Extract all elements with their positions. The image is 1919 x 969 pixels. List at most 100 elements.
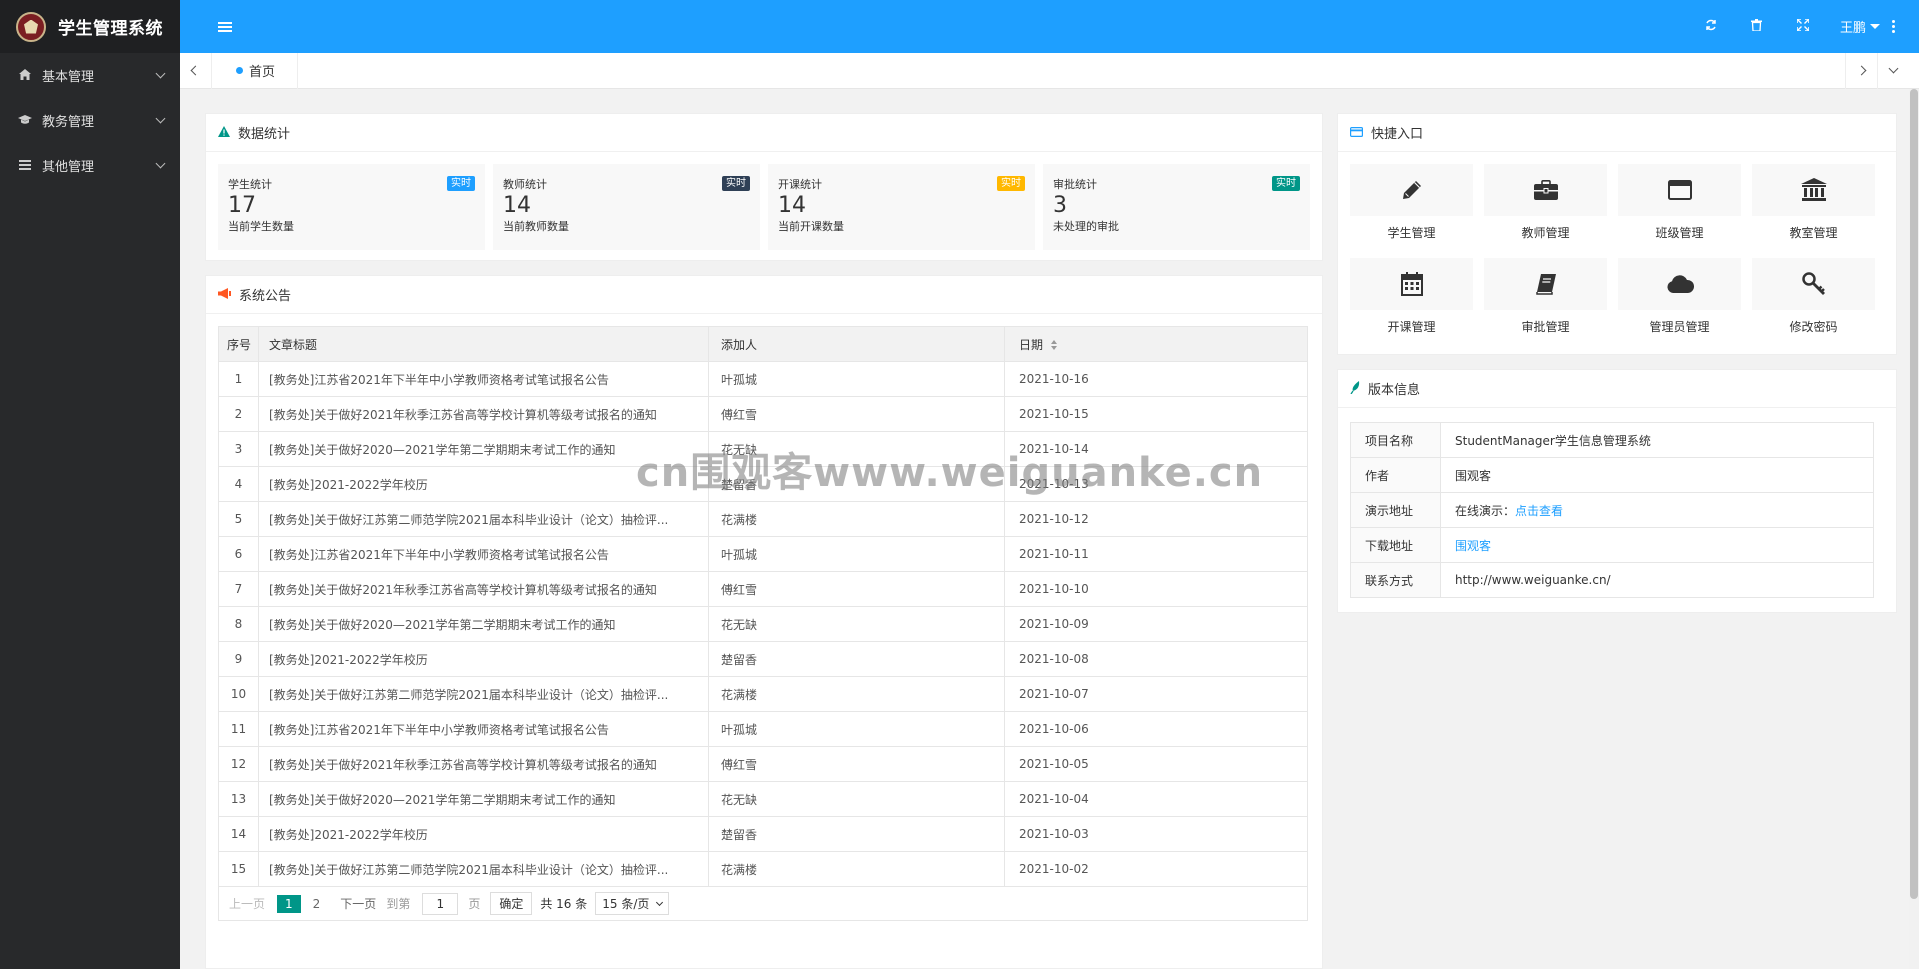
logo[interactable]: 学生管理系统: [0, 0, 180, 53]
user-menu[interactable]: 王鹏: [1840, 17, 1880, 36]
stats-title: 数据统计: [238, 127, 291, 142]
quick-course-management[interactable]: 开课管理: [1350, 258, 1473, 342]
col-header-index: 序号: [218, 326, 259, 362]
demo-link[interactable]: 点击查看: [1515, 504, 1563, 518]
row-author: 叶孤城: [708, 711, 1005, 747]
row-title[interactable]: [教务处]关于做好2021年秋季江苏省高等学校计算机等级考试报名的通知: [258, 396, 709, 432]
quick-label: 修改密码: [1789, 320, 1838, 334]
sidebar-item-basic[interactable]: 基本管理: [0, 53, 180, 98]
row-date: 2021-10-07: [1004, 676, 1308, 712]
row-author: 花无缺: [708, 781, 1005, 817]
stat-card-approvals[interactable]: 审批统计 3 未处理的审批 实时: [1043, 164, 1310, 250]
graduation-cap-icon: [18, 114, 32, 128]
row-index: 11: [218, 711, 259, 747]
quick-title: 快捷入口: [1371, 127, 1424, 142]
row-title[interactable]: [教务处]江苏省2021年下半年中小学教师资格考试笔试报名公告: [258, 536, 709, 572]
table-row[interactable]: 8 [教务处]关于做好2020—2021学年第二学期期末考试工作的通知 花无缺 202…: [218, 606, 1308, 642]
realtime-badge: 实时: [997, 176, 1025, 191]
stat-card-courses[interactable]: 开课统计 14 当前开课数量 实时: [768, 164, 1035, 250]
stat-card-students[interactable]: 学生统计 17 当前学生数量 实时: [218, 164, 485, 250]
table-row[interactable]: 5 [教务处]关于做好江苏第二师范学院2021届本科毕业设计（论文）抽检评... 花…: [218, 501, 1308, 537]
row-date: 2021-10-15: [1004, 396, 1308, 432]
tab-scroll-left-button[interactable]: [180, 52, 212, 89]
window-icon: [1618, 164, 1741, 216]
quick-approval-management[interactable]: 审批管理: [1484, 258, 1607, 342]
tab-bar: 首页: [180, 52, 1919, 89]
author-label: 作者: [1350, 457, 1441, 493]
author-value: 围观客: [1440, 457, 1874, 493]
next-page-button[interactable]: 下一页: [340, 895, 376, 912]
row-date: 2021-10-05: [1004, 746, 1308, 782]
table-row[interactable]: 11 [教务处]江苏省2021年下半年中小学教师资格考试笔试报名公告 叶孤城 2021…: [218, 711, 1308, 747]
sidebar-item-other[interactable]: 其他管理: [0, 143, 180, 188]
version-title: 版本信息: [1368, 383, 1421, 398]
row-title[interactable]: [教务处]江苏省2021年下半年中小学教师资格考试笔试报名公告: [258, 361, 709, 397]
more-vertical-icon[interactable]: [1892, 18, 1895, 35]
page-unit-label: 页: [468, 897, 481, 911]
page-size-select[interactable]: 15 条/页: [595, 892, 670, 915]
row-title[interactable]: [教务处]2021-2022学年校历: [258, 641, 709, 677]
list-icon: [18, 159, 32, 173]
tab-options-button[interactable]: [1877, 52, 1909, 89]
table-row[interactable]: 14 [教务处]2021-2022学年校历 楚留香 2021-10-03: [218, 816, 1308, 852]
row-title[interactable]: [教务处]关于做好2020—2021学年第二学期期末考试工作的通知: [258, 606, 709, 642]
table-row[interactable]: 15 [教务处]关于做好江苏第二师范学院2021届本科毕业设计（论文）抽检评...…: [218, 851, 1308, 887]
prev-page-button[interactable]: 上一页: [229, 895, 265, 912]
row-date: 2021-10-16: [1004, 361, 1308, 397]
row-author: 楚留香: [708, 641, 1005, 677]
table-row[interactable]: 9 [教务处]2021-2022学年校历 楚留香 2021-10-08: [218, 641, 1308, 677]
quick-change-password[interactable]: 修改密码: [1752, 258, 1875, 342]
realtime-badge: 实时: [447, 176, 475, 191]
chevron-down-icon: [656, 898, 664, 906]
page-2-button[interactable]: 2: [313, 897, 321, 911]
row-title[interactable]: [教务处]关于做好江苏第二师范学院2021届本科毕业设计（论文）抽检评...: [258, 501, 709, 537]
menu-toggle-icon[interactable]: [218, 20, 232, 34]
row-title[interactable]: [教务处]关于做好2021年秋季江苏省高等学校计算机等级考试报名的通知: [258, 746, 709, 782]
tab-scroll-right-button[interactable]: [1845, 52, 1877, 89]
sidebar-item-label: 教务管理: [42, 115, 95, 130]
contact-value: http://www.weiguanke.cn/: [1440, 562, 1874, 598]
quick-class-management[interactable]: 班级管理: [1618, 164, 1741, 248]
row-title[interactable]: [教务处]关于做好2020—2021学年第二学期期末考试工作的通知: [258, 781, 709, 817]
tab-home[interactable]: 首页: [212, 52, 299, 89]
scrollbar-thumb[interactable]: [1910, 89, 1918, 899]
table-row[interactable]: 13 [教务处]关于做好2020—2021学年第二学期期末考试工作的通知 花无缺 20…: [218, 781, 1308, 817]
table-row[interactable]: 2 [教务处]关于做好2021年秋季江苏省高等学校计算机等级考试报名的通知 傅红雪 2…: [218, 396, 1308, 432]
stat-card-teachers[interactable]: 教师统计 14 当前教师数量 实时: [493, 164, 760, 250]
table-row[interactable]: 12 [教务处]关于做好2021年秋季江苏省高等学校计算机等级考试报名的通知 傅红雪…: [218, 746, 1308, 782]
row-title[interactable]: [教务处]关于做好江苏第二师范学院2021届本科毕业设计（论文）抽检评...: [258, 676, 709, 712]
vertical-scrollbar[interactable]: [1909, 89, 1919, 969]
confirm-page-button[interactable]: 确定: [490, 892, 533, 915]
row-author: 傅红雪: [708, 571, 1005, 607]
table-row[interactable]: 1 [教务处]江苏省2021年下半年中小学教师资格考试笔试报名公告 叶孤城 2021-…: [218, 361, 1308, 397]
quick-admin-management[interactable]: 管理员管理: [1618, 258, 1741, 342]
pencil-icon: [1350, 164, 1473, 216]
page-1-button[interactable]: 1: [277, 894, 301, 913]
stat-value: 14: [778, 193, 806, 218]
project-label: 项目名称: [1350, 422, 1441, 458]
row-title[interactable]: [教务处]2021-2022学年校历: [258, 816, 709, 852]
quick-student-management[interactable]: 学生管理: [1350, 164, 1473, 248]
table-row[interactable]: 6 [教务处]江苏省2021年下半年中小学教师资格考试笔试报名公告 叶孤城 2021-…: [218, 536, 1308, 572]
quick-classroom-management[interactable]: 教室管理: [1752, 164, 1875, 248]
table-row[interactable]: 10 [教务处]关于做好江苏第二师范学院2021届本科毕业设计（论文）抽检评...…: [218, 676, 1308, 712]
row-title[interactable]: [教务处]关于做好江苏第二师范学院2021届本科毕业设计（论文）抽检评...: [258, 851, 709, 887]
demo-label: 演示地址: [1350, 492, 1441, 528]
page-number-input[interactable]: 1: [422, 892, 459, 915]
warning-icon: [218, 125, 230, 140]
table-row[interactable]: 7 [教务处]关于做好2021年秋季江苏省高等学校计算机等级考试报名的通知 傅红雪 2…: [218, 571, 1308, 607]
row-index: 15: [218, 851, 259, 887]
col-header-date[interactable]: 日期: [1004, 326, 1308, 362]
sidebar-item-academic[interactable]: 教务管理: [0, 98, 180, 143]
row-date: 2021-10-06: [1004, 711, 1308, 747]
sort-icon[interactable]: [1051, 340, 1058, 350]
row-title[interactable]: [教务处]江苏省2021年下半年中小学教师资格考试笔试报名公告: [258, 711, 709, 747]
stat-label: 教师统计: [503, 178, 547, 191]
fullscreen-icon[interactable]: [1780, 17, 1826, 35]
download-link[interactable]: 围观客: [1455, 539, 1491, 553]
row-title[interactable]: [教务处]关于做好2021年秋季江苏省高等学校计算机等级考试报名的通知: [258, 571, 709, 607]
trash-icon[interactable]: [1734, 18, 1780, 35]
refresh-icon[interactable]: [1688, 19, 1734, 35]
row-index: 13: [218, 781, 259, 817]
quick-teacher-management[interactable]: 教师管理: [1484, 164, 1607, 248]
